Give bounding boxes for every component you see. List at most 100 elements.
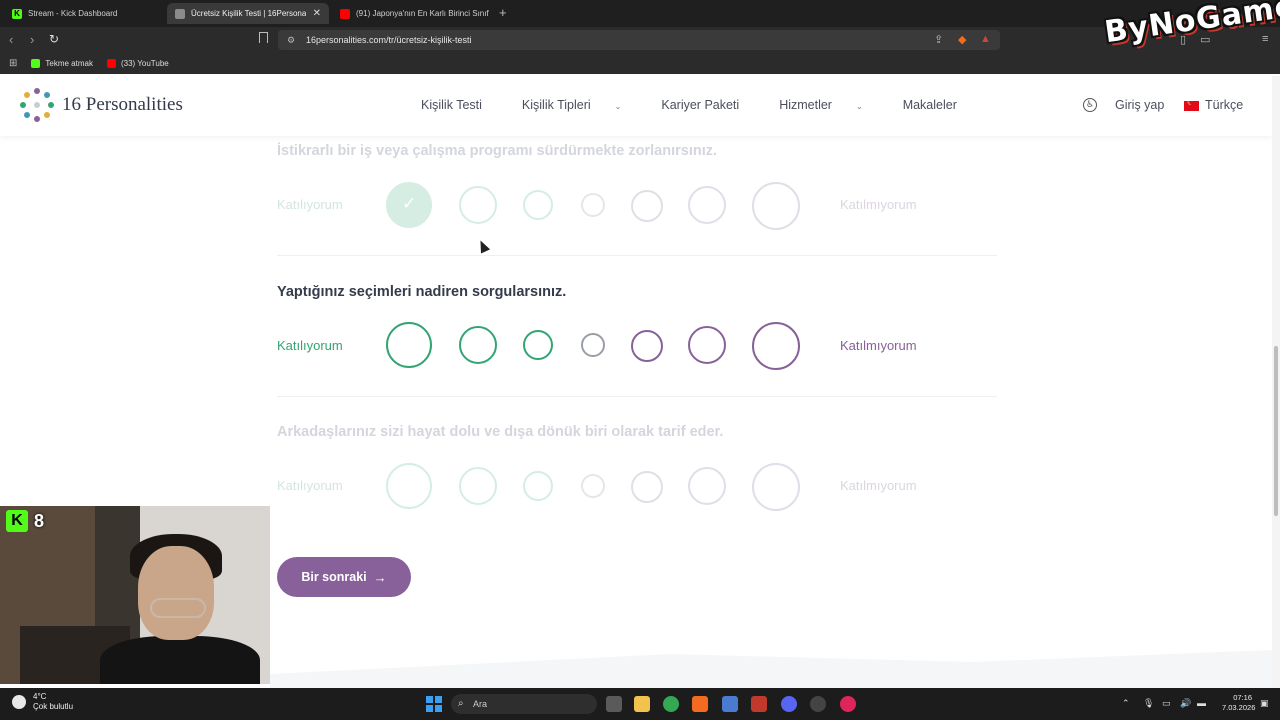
- site-header: 16 Personalities Kişilik Testi Kişilik T…: [0, 76, 1272, 136]
- battery-icon[interactable]: ▬: [1197, 698, 1206, 708]
- scrollbar-thumb[interactable]: [1274, 346, 1278, 516]
- answer-option-2[interactable]: [459, 467, 497, 505]
- kick-viewer-badge: K 8: [6, 510, 44, 532]
- logo-dots-icon: [20, 88, 54, 122]
- answer-option-7[interactable]: [752, 182, 800, 230]
- task-view-icon[interactable]: [606, 696, 622, 712]
- check-icon: ✓: [402, 194, 417, 213]
- question-separator: [277, 396, 997, 397]
- answer-option-1[interactable]: [386, 322, 432, 368]
- answer-option-3[interactable]: [523, 471, 553, 501]
- question-2-text: Yaptığınız seçimleri nadiren sorgularsın…: [277, 284, 567, 300]
- webcam-overlay: [0, 506, 270, 684]
- bookmark-youtube[interactable]: (33) YouTube: [106, 59, 169, 68]
- answer-option-4-neutral[interactable]: [581, 333, 605, 357]
- language-selector[interactable]: Türkçe: [1205, 98, 1243, 112]
- bookmark-label: Tekme atmak: [45, 59, 93, 68]
- answer-option-3[interactable]: [523, 190, 553, 220]
- question-1-text: İstikrarlı bir iş veya çalışma programı …: [277, 143, 718, 159]
- nav-personality-types[interactable]: Kişilik Tipleri ⌄: [522, 98, 641, 112]
- answer-option-7[interactable]: [752, 463, 800, 511]
- viewer-count: 8: [34, 510, 45, 531]
- bookmark-kick[interactable]: Tekme atmak: [31, 59, 93, 68]
- notification-icon[interactable]: ▣: [1260, 698, 1269, 709]
- file-explorer-icon[interactable]: [634, 696, 650, 712]
- close-tab-icon[interactable]: ✕: [307, 8, 321, 19]
- back-icon[interactable]: ‹: [9, 32, 13, 47]
- disagree-label: Katılmıyorum: [840, 338, 917, 353]
- network-icon[interactable]: ▭: [1162, 698, 1171, 709]
- answer-option-5[interactable]: [631, 190, 663, 222]
- tray-overflow-icon[interactable]: ⌃: [1122, 698, 1130, 709]
- nav-services[interactable]: Hizmetler ⌄: [779, 98, 883, 112]
- nav-articles[interactable]: Makaleler: [903, 98, 977, 112]
- answer-option-1[interactable]: [386, 463, 432, 509]
- new-tab-button[interactable]: +: [499, 5, 507, 20]
- answer-option-4-neutral[interactable]: [581, 474, 605, 498]
- answer-option-6[interactable]: [688, 326, 726, 364]
- logo-text: 16 Personalities: [62, 94, 183, 115]
- reload-icon[interactable]: ↻: [49, 32, 59, 46]
- answer-option-1-selected[interactable]: ✓: [386, 182, 432, 228]
- taskbar-search[interactable]: ⌕ Ara: [451, 694, 597, 714]
- volume-icon[interactable]: 🔊: [1180, 698, 1191, 709]
- menu-icon[interactable]: ≡: [1262, 33, 1268, 45]
- microphone-icon[interactable]: 🎙: [1143, 698, 1154, 709]
- answer-option-5[interactable]: [631, 330, 663, 362]
- answer-option-4-neutral[interactable]: [581, 193, 605, 217]
- answer-option-7[interactable]: [752, 322, 800, 370]
- browser-tab-bar: K Stream - Kick Dashboard Ücretsiz Kişil…: [0, 0, 1280, 27]
- app-icon[interactable]: [722, 696, 738, 712]
- mouse-cursor-icon: [475, 238, 491, 254]
- answer-option-2[interactable]: [459, 186, 497, 224]
- forward-icon[interactable]: ›: [30, 32, 34, 47]
- answer-option-6[interactable]: [688, 467, 726, 505]
- weather-temp: 4°C: [33, 692, 47, 701]
- browser-toolbar: ‹ › ↻ ⚙ 16personalities.com/tr/ücretsiz-…: [0, 27, 1280, 53]
- tab-personality-test[interactable]: Ücretsiz Kişilik Testi | 16Personali ✕: [167, 3, 329, 24]
- site-info-icon[interactable]: ⚙: [287, 35, 295, 46]
- footer-wave-decoration: [270, 650, 1272, 690]
- kick-bookmark-icon: [31, 59, 41, 68]
- nav-career-package[interactable]: Kariyer Paketi: [661, 98, 759, 112]
- youtube-favicon-icon: [340, 8, 350, 19]
- tab-youtube-video[interactable]: (91) Japonya'nın En Karlı Birinci Sınıf: [332, 3, 492, 24]
- page-scrollbar[interactable]: [1272, 76, 1280, 688]
- app-icon[interactable]: [751, 696, 767, 712]
- taskbar-clock[interactable]: 07:16 7.03.2026: [1222, 693, 1256, 713]
- search-placeholder: Ara: [473, 699, 488, 709]
- tab-title: Stream - Kick Dashboard: [28, 9, 118, 18]
- chrome-icon[interactable]: [663, 696, 679, 712]
- windows-start-icon[interactable]: [426, 696, 442, 712]
- clock-date: 7.03.2026: [1222, 703, 1256, 712]
- site-favicon-icon: [175, 8, 185, 19]
- answer-option-3[interactable]: [523, 330, 553, 360]
- kick-favicon-icon: K: [12, 8, 22, 19]
- app-icon[interactable]: [840, 696, 856, 712]
- clock-time: 07:16: [1233, 693, 1252, 702]
- login-link[interactable]: Giriş yap: [1115, 98, 1164, 112]
- address-bar[interactable]: ⚙ 16personalities.com/tr/ücretsiz-kişili…: [278, 30, 1000, 50]
- url-text: 16personalities.com/tr/ücretsiz-kişilik-…: [306, 35, 472, 45]
- accessibility-icon[interactable]: ♿: [1083, 98, 1097, 112]
- answer-option-2[interactable]: [459, 326, 497, 364]
- weather-desc: Çok bulutlu: [33, 702, 74, 711]
- cloud-icon: [12, 695, 26, 709]
- youtube-bookmark-icon: [106, 59, 116, 68]
- next-button[interactable]: Bir sonraki →: [277, 557, 411, 597]
- turkey-flag-icon: [1184, 98, 1199, 111]
- app-icon[interactable]: [810, 696, 826, 712]
- brave-rewards-icon[interactable]: ▲: [980, 33, 991, 45]
- answer-option-6[interactable]: [688, 186, 726, 224]
- share-icon[interactable]: ⇪: [934, 33, 943, 46]
- nav-personality-test[interactable]: Kişilik Testi: [421, 98, 502, 112]
- weather-widget[interactable]: 4°C Çok bulutlu: [12, 692, 73, 712]
- site-logo[interactable]: 16 Personalities: [20, 88, 183, 122]
- answer-option-5[interactable]: [631, 471, 663, 503]
- brave-shield-icon[interactable]: ◆: [958, 33, 966, 46]
- tab-kick-dashboard[interactable]: K Stream - Kick Dashboard: [4, 3, 164, 24]
- brave-icon[interactable]: [692, 696, 708, 712]
- discord-icon[interactable]: [781, 696, 797, 712]
- bookmark-icon[interactable]: [259, 32, 268, 43]
- apps-grid-icon[interactable]: ⊞: [9, 58, 17, 69]
